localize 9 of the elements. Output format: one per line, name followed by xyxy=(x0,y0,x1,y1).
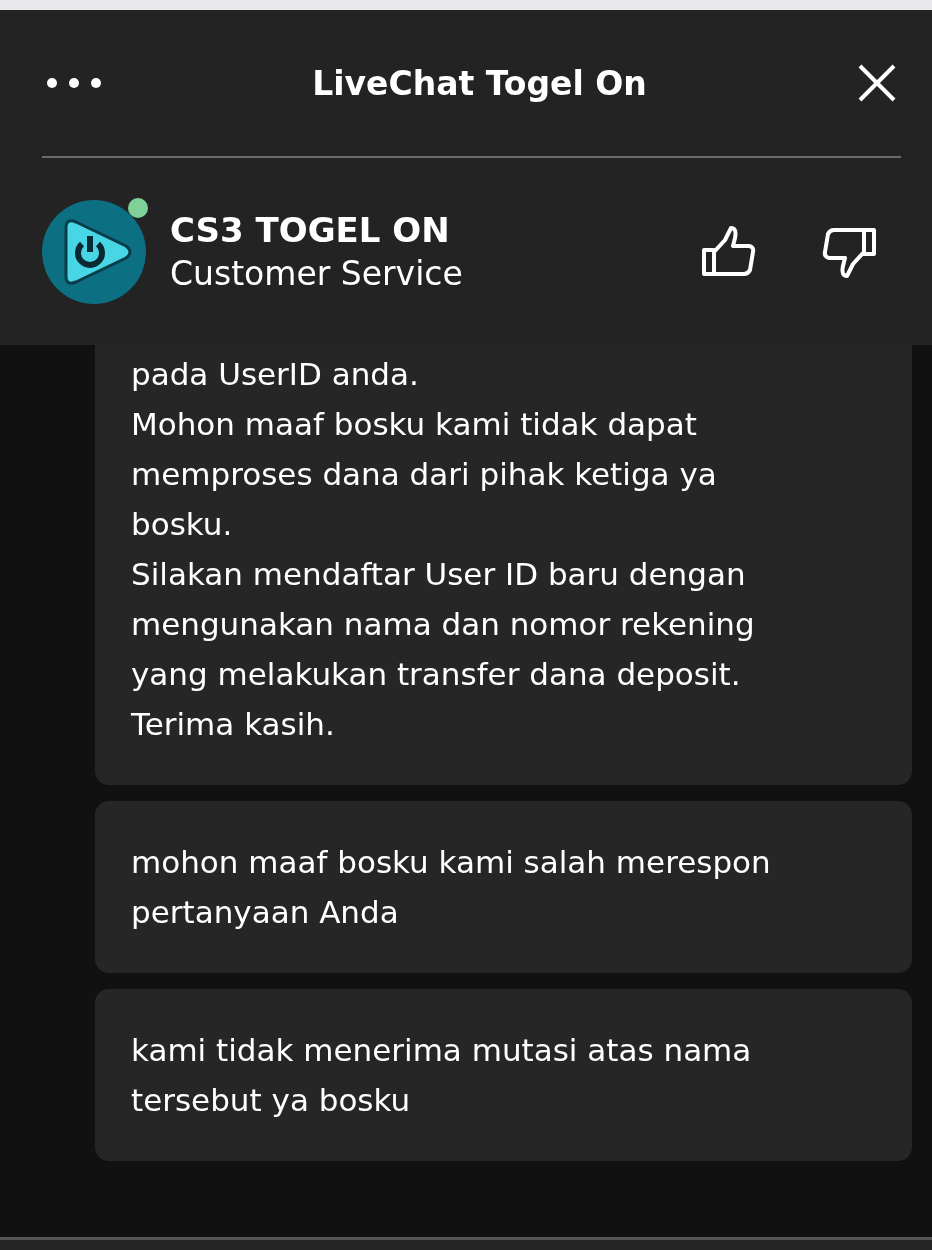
message-bubble: kami tidak menerima mutasi atas nama tersebut ya bosku xyxy=(95,989,912,1161)
logo-icon xyxy=(42,199,146,304)
message-bubble: pada UserID anda. Mohon maaf bosku kami tidak dapat memproses dana dari pihak ketiga ya bosku. Silakan mendaftar User ID baru dengan mengunakan nama dan nomor rekening yang melakukan transfer dana deposit. Terima kasih. xyxy=(95,345,912,785)
more-icon xyxy=(46,77,102,89)
agent-role: Customer Service xyxy=(170,254,464,293)
message-bubble: mohon maaf bosku kami salah merespon pertanyaan Anda xyxy=(95,801,912,973)
window-title: LiveChat Togel On xyxy=(312,63,647,103)
close-icon xyxy=(857,63,897,103)
agent-name: CS3 TOGEL ON xyxy=(170,210,451,250)
